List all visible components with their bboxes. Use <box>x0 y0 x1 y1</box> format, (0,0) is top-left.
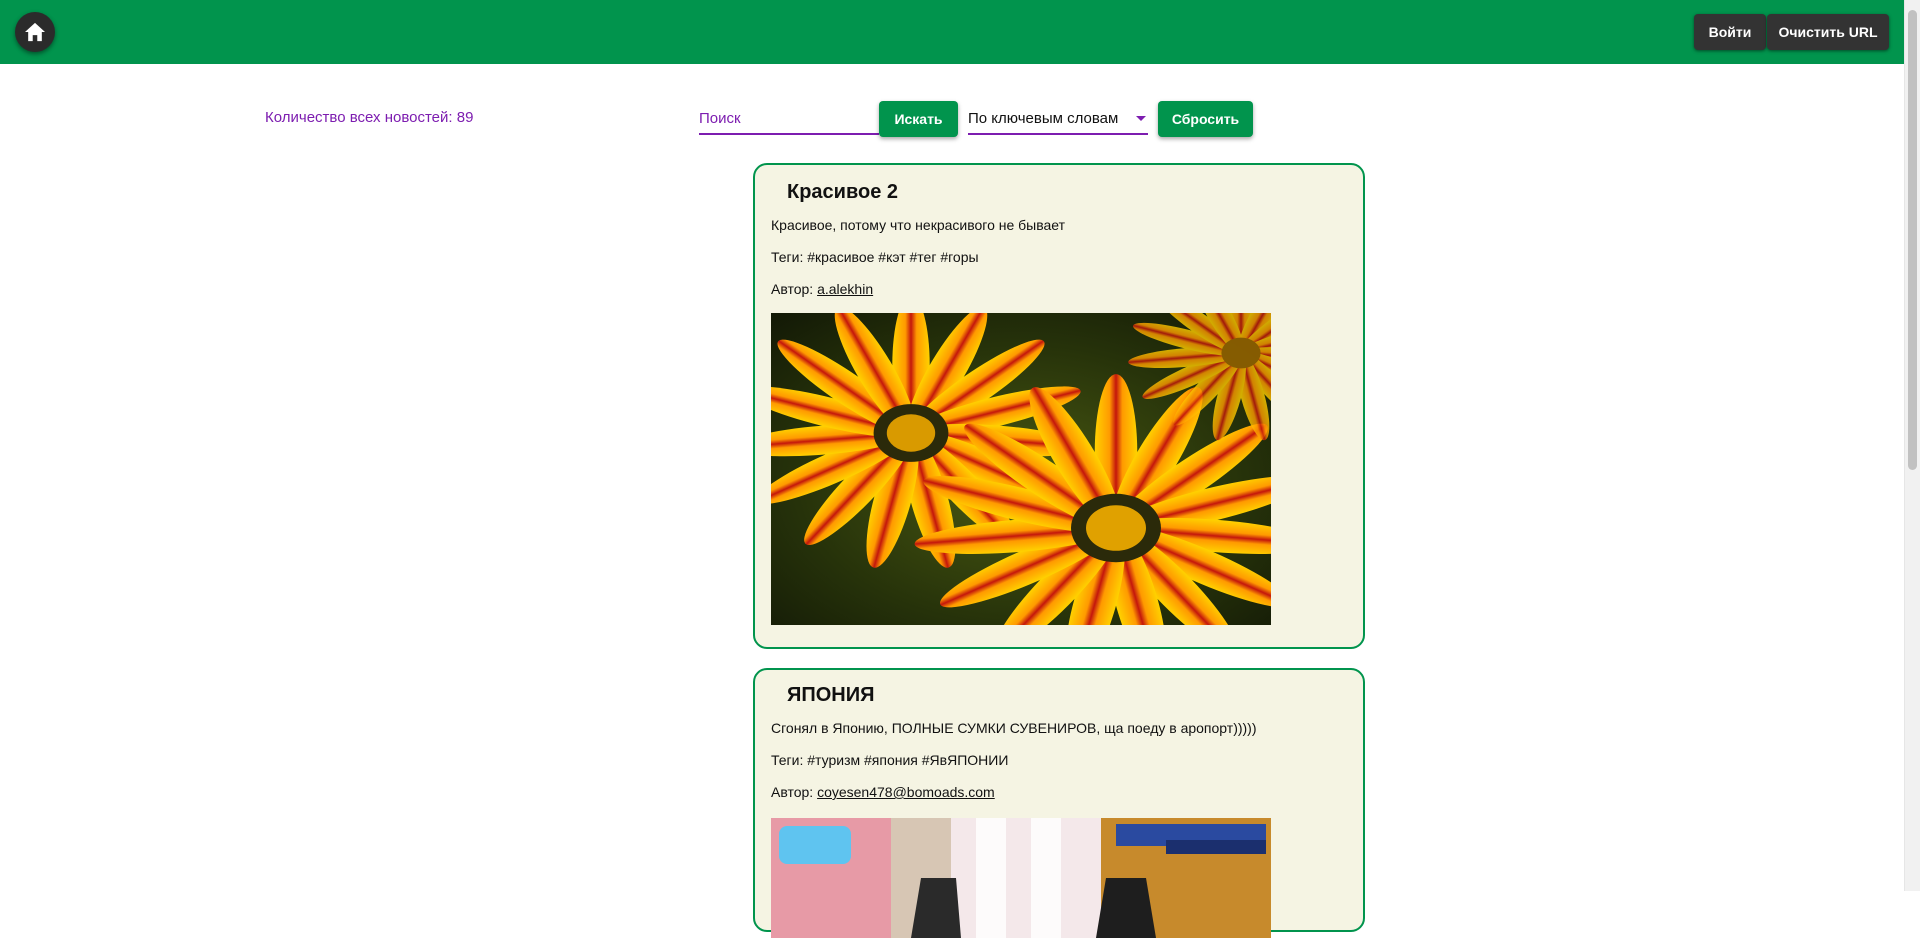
news-author: Автор: a.alekhin <box>771 281 873 297</box>
page-scrollbar[interactable] <box>1904 0 1920 891</box>
author-link[interactable]: a.alekhin <box>817 281 873 297</box>
news-title: ЯПОНИЯ <box>787 684 875 706</box>
news-image <box>771 818 1271 938</box>
author-link[interactable]: coyesen478@bomoads.com <box>817 784 995 800</box>
top-app-bar: Войти Очистить URL <box>0 0 1905 64</box>
news-text: Сгонял в Японию, ПОЛНЫЕ СУМКИ СУВЕНИРОВ,… <box>771 720 1257 736</box>
reset-button[interactable]: Сбросить <box>1158 101 1253 137</box>
news-tags: Теги: #туризм #япония #ЯвЯПОНИИ <box>771 752 1009 768</box>
news-image <box>771 313 1271 625</box>
search-mode-select[interactable]: По ключевым словам <box>968 106 1148 135</box>
author-prefix: Автор: <box>771 281 818 297</box>
dropdown-arrow-icon <box>1136 116 1146 121</box>
home-icon <box>25 22 45 42</box>
news-card: Красивое 2 Красивое, потому что некрасив… <box>753 163 1365 649</box>
news-text: Красивое, потому что некрасивого не быва… <box>771 217 1066 233</box>
search-button[interactable]: Искать <box>879 101 958 137</box>
search-mode-value: По ключевым словам <box>968 110 1119 127</box>
scrollbar-thumb[interactable] <box>1908 10 1917 470</box>
news-author: Автор: coyesen478@bomoads.com <box>771 784 995 800</box>
news-card: ЯПОНИЯ Сгонял в Японию, ПОЛНЫЕ СУМКИ СУВ… <box>753 668 1365 938</box>
search-placeholder: Поиск <box>699 110 741 127</box>
clear-url-button[interactable]: Очистить URL <box>1767 14 1889 50</box>
news-count: Количество всех новостей: 89 <box>265 109 474 126</box>
author-prefix: Автор: <box>771 784 818 800</box>
home-button[interactable] <box>15 12 55 52</box>
news-tags: Теги: #красивое #кэт #тег #горы <box>771 249 979 265</box>
login-button[interactable]: Войти <box>1694 14 1766 50</box>
news-title: Красивое 2 <box>787 181 899 203</box>
search-input[interactable]: Поиск <box>699 106 879 135</box>
